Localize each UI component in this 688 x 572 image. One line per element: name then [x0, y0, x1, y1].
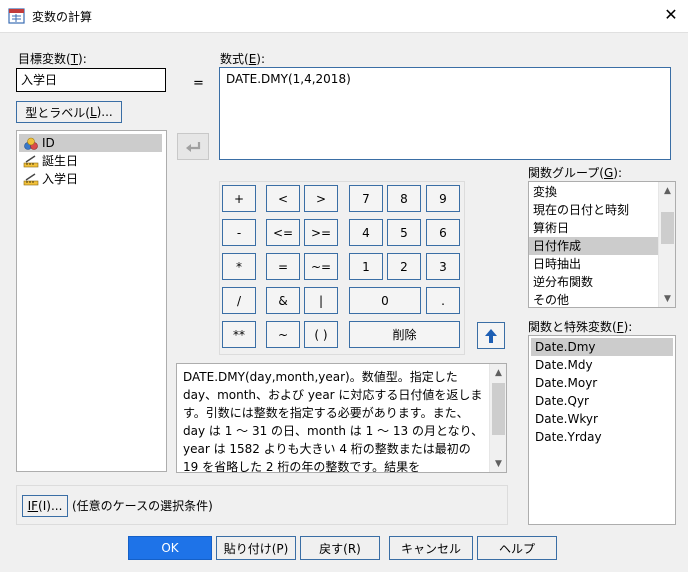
keypad-greater-button[interactable]: >: [304, 185, 338, 212]
list-item[interactable]: 逆分布関数: [529, 273, 659, 291]
keypad-delete-button[interactable]: 削除: [349, 321, 460, 348]
reset-button[interactable]: 戻す(R): [300, 536, 380, 560]
keypad-greater-equal-button[interactable]: >=: [304, 219, 338, 246]
cancel-button[interactable]: キャンセル: [389, 536, 473, 560]
function-description-box: DATE.DMY(day,month,year)。数値型。指定した day、mo…: [176, 363, 507, 473]
keypad-8-button[interactable]: 8: [387, 185, 421, 212]
scroll-thumb[interactable]: [492, 383, 505, 435]
keypad-less-equal-button[interactable]: <=: [266, 219, 300, 246]
insert-function-button[interactable]: [477, 322, 505, 349]
expression-label: 数式(E):: [220, 52, 266, 66]
list-item[interactable]: Date.Wkyr: [531, 410, 673, 428]
keypad-and-button[interactable]: &: [266, 287, 300, 314]
keypad-or-button[interactable]: |: [304, 287, 338, 314]
keypad-minus-button[interactable]: -: [222, 219, 256, 246]
description-scrollbar[interactable]: ▲ ▼: [489, 364, 506, 472]
list-item[interactable]: 現在の日付と時刻: [529, 201, 659, 219]
keypad-0-button[interactable]: 0: [349, 287, 421, 314]
list-item[interactable]: Date.Moyr: [531, 374, 673, 392]
list-item[interactable]: Date.Dmy: [531, 338, 673, 356]
keypad-plus-button[interactable]: +: [222, 185, 256, 212]
spss-app-icon: [8, 8, 25, 24]
keypad-6-button[interactable]: 6: [426, 219, 460, 246]
variable-list[interactable]: ID 誕生日 入学日: [16, 130, 167, 472]
keypad-not-equal-button[interactable]: ~=: [304, 253, 338, 280]
ok-button[interactable]: OK: [128, 536, 212, 560]
function-group-list[interactable]: 変換 現在の日付と時刻 算術日 日付作成 日時抽出 逆分布関数 その他 ▲ ▼: [528, 181, 676, 308]
arrow-return-icon: [186, 141, 201, 152]
function-description-text: DATE.DMY(day,month,year)。数値型。指定した day、mo…: [183, 370, 484, 473]
list-item[interactable]: 日時抽出: [529, 255, 659, 273]
help-button[interactable]: ヘルプ: [477, 536, 557, 560]
window-title: 変数の計算: [32, 10, 93, 24]
keypad-4-button[interactable]: 4: [349, 219, 383, 246]
arrow-up-icon: [485, 328, 497, 343]
equals-sign: =: [193, 76, 204, 91]
list-item[interactable]: 算術日: [529, 219, 659, 237]
keypad-power-button[interactable]: **: [222, 321, 256, 348]
keypad-2-button[interactable]: 2: [387, 253, 421, 280]
keypad-parentheses-button[interactable]: ( ): [304, 321, 338, 348]
close-icon[interactable]: ✕: [658, 4, 684, 26]
list-item[interactable]: Date.Yrday: [531, 428, 673, 446]
function-group-scrollbar[interactable]: ▲ ▼: [658, 182, 675, 307]
scroll-down-icon[interactable]: ▼: [659, 290, 675, 307]
keypad-5-button[interactable]: 5: [387, 219, 421, 246]
list-item[interactable]: Date.Mdy: [531, 356, 673, 374]
scroll-thumb[interactable]: [661, 212, 674, 244]
function-group-label: 関数グループ(G):: [528, 166, 623, 180]
title-bar: 変数の計算 ✕: [0, 0, 688, 32]
keypad-less-button[interactable]: <: [266, 185, 300, 212]
list-item[interactable]: Date.Qyr: [531, 392, 673, 410]
target-variable-input[interactable]: 入学日: [16, 68, 166, 92]
scale-icon: [23, 154, 39, 167]
type-and-label-button[interactable]: 型とラベル(L)...: [16, 101, 122, 123]
expression-textarea[interactable]: DATE.DMY(1,4,2018): [219, 67, 671, 160]
scroll-down-icon[interactable]: ▼: [490, 455, 506, 472]
keypad-9-button[interactable]: 9: [426, 185, 460, 212]
keypad-decimal-button[interactable]: .: [426, 287, 460, 314]
if-condition-text: (任意のケースの選択条件): [72, 499, 213, 513]
list-item[interactable]: 日付作成: [529, 237, 659, 255]
keypad-1-button[interactable]: 1: [349, 253, 383, 280]
list-item[interactable]: 変換: [529, 183, 659, 201]
keypad-divide-button[interactable]: /: [222, 287, 256, 314]
keypad-3-button[interactable]: 3: [426, 253, 460, 280]
functions-label: 関数と特殊変数(F):: [528, 320, 633, 334]
list-item[interactable]: 入学日: [19, 170, 166, 188]
list-item[interactable]: 誕生日: [19, 152, 166, 170]
list-item[interactable]: その他: [529, 291, 659, 307]
scale-icon: [23, 172, 39, 185]
target-variable-label: 目標変数(T):: [18, 52, 87, 66]
keypad-equal-button[interactable]: =: [266, 253, 300, 280]
list-item[interactable]: ID: [19, 134, 162, 152]
scroll-up-icon[interactable]: ▲: [490, 364, 506, 381]
keypad-not-button[interactable]: ~: [266, 321, 300, 348]
paste-button[interactable]: 貼り付け(P): [216, 536, 296, 560]
scroll-up-icon[interactable]: ▲: [659, 182, 675, 199]
move-to-expression-button[interactable]: [177, 133, 209, 160]
nominal-icon: [24, 137, 38, 150]
keypad-multiply-button[interactable]: *: [222, 253, 256, 280]
functions-list[interactable]: Date.Dmy Date.Mdy Date.Moyr Date.Qyr Dat…: [528, 335, 676, 525]
keypad-7-button[interactable]: 7: [349, 185, 383, 212]
if-button[interactable]: IF (I)...: [22, 495, 68, 517]
